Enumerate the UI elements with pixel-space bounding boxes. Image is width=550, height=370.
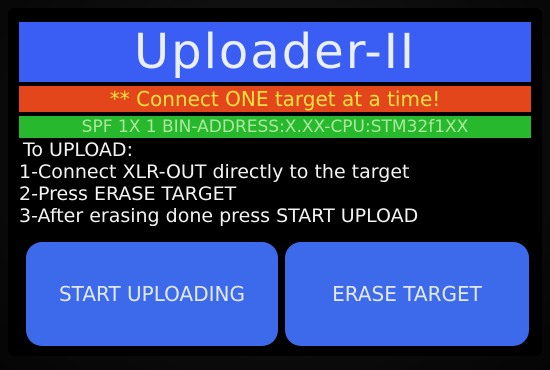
target-info-banner: SPF 1X 1 BIN-ADDRESS:X.XX-CPU:STM32f1XX: [19, 116, 531, 138]
instruction-step-3: 3-After erasing done press START UPLOAD: [19, 205, 419, 227]
upload-instructions: To UPLOAD: 1-Connect XLR-OUT directly to…: [19, 139, 535, 227]
instruction-step-2: 2-Press ERASE TARGET: [19, 183, 237, 205]
start-uploading-button[interactable]: START UPLOADING: [26, 242, 278, 346]
touch-screen: Uploader-II ** Connect ONE target at a t…: [8, 8, 542, 356]
warning-banner: ** Connect ONE target at a time!: [19, 86, 531, 112]
app-title: Uploader-II: [19, 22, 531, 82]
instruction-step-1: 1-Connect XLR-OUT directly to the target: [19, 161, 410, 183]
instructions-heading: To UPLOAD:: [23, 139, 133, 161]
device-bezel: Uploader-II ** Connect ONE target at a t…: [0, 0, 550, 370]
erase-target-button[interactable]: ERASE TARGET: [285, 242, 529, 346]
